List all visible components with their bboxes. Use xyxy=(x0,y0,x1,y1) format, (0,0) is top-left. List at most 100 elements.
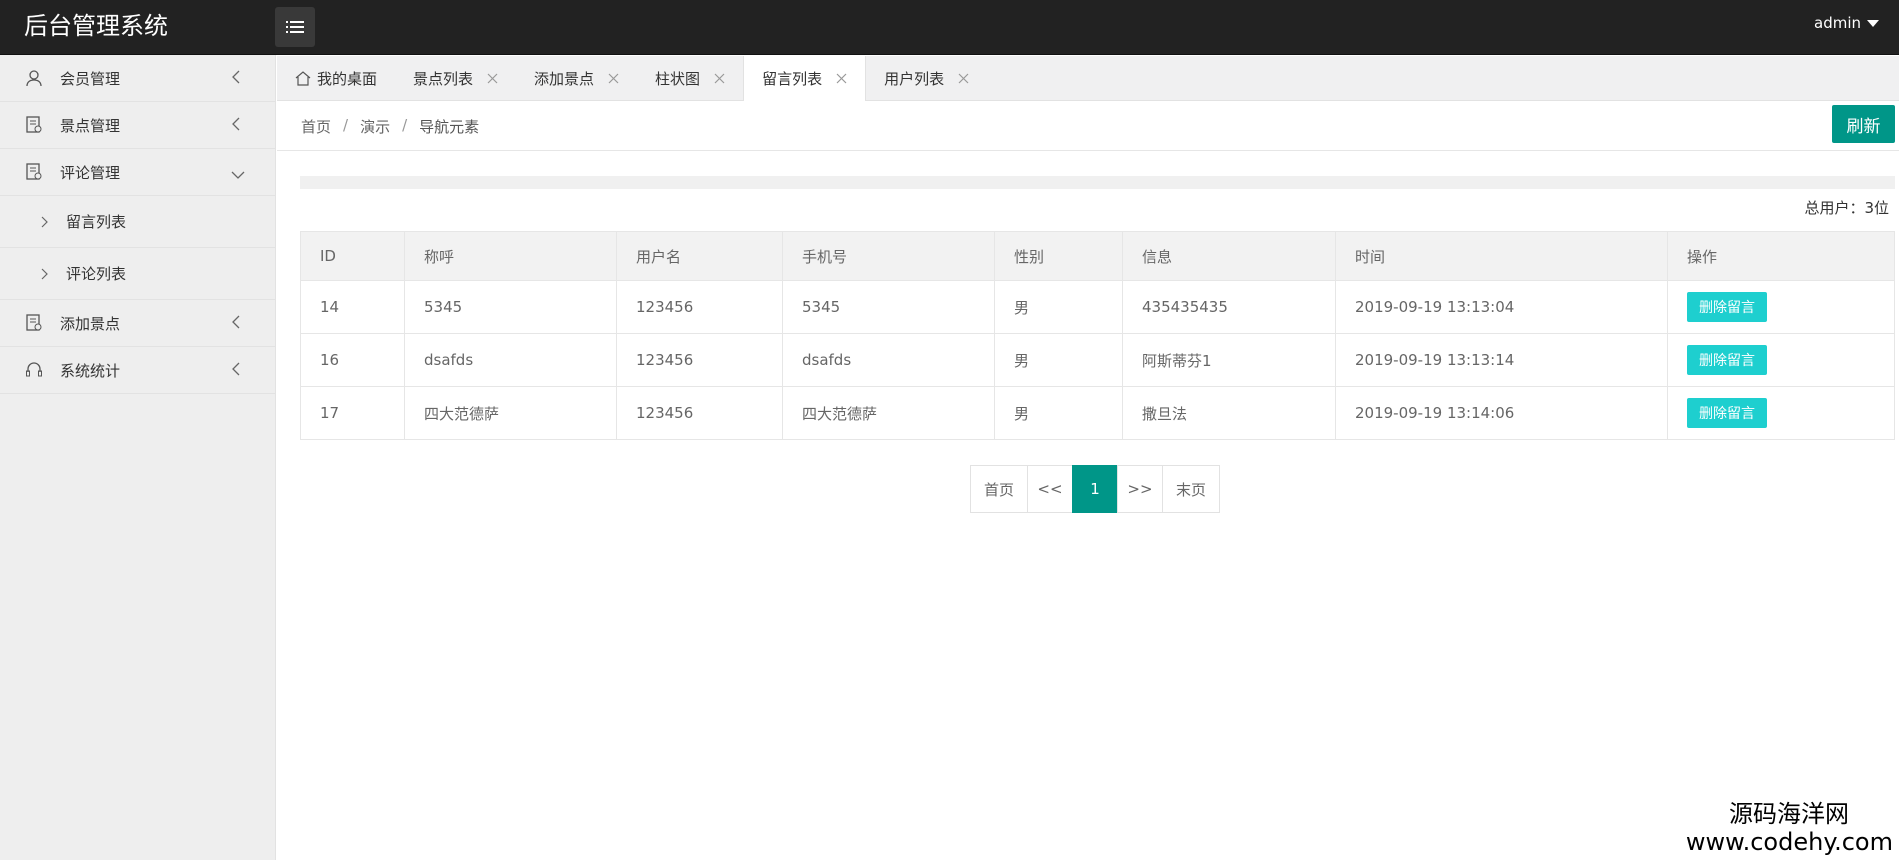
tab-label: 我的桌面 xyxy=(317,70,378,88)
sidebar-item-comments[interactable]: 评论管理 xyxy=(0,149,275,196)
pagination: 首页 << 1 >> 末页 xyxy=(970,465,1220,513)
cell-gender: 男 xyxy=(994,386,1123,440)
sidebar-item-label: 会员管理 xyxy=(60,69,121,88)
close-icon[interactable] xyxy=(714,73,725,84)
cell-id: 14 xyxy=(300,280,405,334)
tab-label: 用户列表 xyxy=(884,70,945,88)
menu-toggle-button[interactable] xyxy=(275,7,315,47)
sidebar-item-statistics[interactable]: 系统统计 xyxy=(0,347,275,394)
cell-phone: 四大范德萨 xyxy=(782,386,995,440)
chevron-right-icon xyxy=(40,268,48,280)
sidebar-subitem-messages[interactable]: 留言列表 xyxy=(0,196,275,248)
sidebar-item-label: 添加景点 xyxy=(60,314,121,333)
sidebar-item-label: 评论管理 xyxy=(60,163,121,182)
tab-messages[interactable]: 留言列表 xyxy=(743,56,867,101)
sidebar-item-members[interactable]: 会员管理 xyxy=(0,55,275,102)
sidebar-item-add-scenic[interactable]: 添加景点 xyxy=(0,300,275,347)
tab-add-scenic[interactable]: 添加景点 xyxy=(516,56,637,101)
chevron-left-icon xyxy=(231,117,241,135)
username: admin xyxy=(1814,14,1861,32)
table-row: 14 5345 123456 5345 男 435435435 2019-09-… xyxy=(300,280,1895,334)
page-current[interactable]: 1 xyxy=(1072,465,1118,513)
user-menu[interactable]: admin xyxy=(1814,14,1879,32)
cell-message: 阿斯蒂芬1 xyxy=(1122,333,1336,387)
delete-message-button[interactable]: 删除留言 xyxy=(1687,398,1767,428)
close-icon[interactable] xyxy=(958,73,969,84)
table-row: 16 dsafds 123456 dsafds 男 阿斯蒂芬1 2019-09-… xyxy=(300,333,1895,387)
cell-phone: dsafds xyxy=(782,333,995,387)
app-title: 后台管理系统 xyxy=(24,12,168,40)
headset-icon xyxy=(24,360,44,380)
document-icon xyxy=(24,313,44,333)
top-header: 后台管理系统 admin xyxy=(0,0,1899,55)
sidebar: 会员管理 景点管理 评论管理 留言列表 评论列表 添加景点 系统统计 xyxy=(0,55,276,860)
column-header: 性别 xyxy=(994,231,1123,281)
breadcrumb-separator: / xyxy=(402,116,408,134)
chevron-left-icon xyxy=(231,70,241,88)
column-header: 称呼 xyxy=(404,231,617,281)
sidebar-subitem-label: 留言列表 xyxy=(66,213,127,231)
watermark-url: www.codehy.com xyxy=(1685,828,1893,856)
cell-username: 123456 xyxy=(616,333,783,387)
sidebar-subitem-comment-list[interactable]: 评论列表 xyxy=(0,248,275,300)
cell-time: 2019-09-19 13:13:04 xyxy=(1335,280,1668,334)
page-last-button[interactable]: 末页 xyxy=(1162,465,1220,513)
cell-name: 四大范德萨 xyxy=(404,386,617,440)
chevron-down-icon xyxy=(231,166,245,184)
cell-username: 123456 xyxy=(616,280,783,334)
table-row: 17 四大范德萨 123456 四大范德萨 男 撒旦法 2019-09-19 1… xyxy=(300,386,1895,440)
page-next-button[interactable]: >> xyxy=(1117,465,1163,513)
breadcrumb-home[interactable]: 首页 xyxy=(301,116,331,137)
page-prev-button[interactable]: << xyxy=(1027,465,1073,513)
watermark-name: 源码海洋网 xyxy=(1729,800,1849,828)
table-header-row: ID 称呼 用户名 手机号 性别 信息 时间 操作 xyxy=(300,231,1895,281)
tab-label: 景点列表 xyxy=(413,70,474,88)
cell-gender: 男 xyxy=(994,333,1123,387)
tab-label: 添加景点 xyxy=(534,70,595,88)
caret-down-icon xyxy=(1867,19,1879,27)
messages-table: ID 称呼 用户名 手机号 性别 信息 时间 操作 14 5345 123456… xyxy=(300,231,1895,440)
delete-message-button[interactable]: 删除留言 xyxy=(1687,292,1767,322)
cell-name: dsafds xyxy=(404,333,617,387)
refresh-button[interactable]: 刷新 xyxy=(1832,105,1895,143)
column-header: 信息 xyxy=(1122,231,1336,281)
close-icon[interactable] xyxy=(608,73,619,84)
home-icon xyxy=(295,71,311,86)
cell-message: 撒旦法 xyxy=(1122,386,1336,440)
tab-bar-chart[interactable]: 柱状图 xyxy=(637,56,743,101)
cell-phone: 5345 xyxy=(782,280,995,334)
sidebar-subitem-label: 评论列表 xyxy=(66,265,127,283)
tab-label: 柱状图 xyxy=(655,70,701,88)
cell-action: 删除留言 xyxy=(1667,333,1895,387)
breadcrumb-demo[interactable]: 演示 xyxy=(360,116,390,137)
list-icon xyxy=(286,21,304,33)
cell-message: 435435435 xyxy=(1122,280,1336,334)
delete-message-button[interactable]: 删除留言 xyxy=(1687,345,1767,375)
cell-name: 5345 xyxy=(404,280,617,334)
sidebar-item-scenic[interactable]: 景点管理 xyxy=(0,102,275,149)
close-icon[interactable] xyxy=(487,73,498,84)
chevron-left-icon xyxy=(231,315,241,333)
breadcrumb: 首页 / 演示 / 导航元素 xyxy=(301,116,479,137)
cell-time: 2019-09-19 13:13:14 xyxy=(1335,333,1668,387)
total-users: 总用户：3位 xyxy=(1804,199,1889,217)
document-icon xyxy=(24,162,44,182)
tab-user-list[interactable]: 用户列表 xyxy=(866,56,987,101)
chevron-left-icon xyxy=(231,362,241,380)
tab-desktop[interactable]: 我的桌面 xyxy=(277,56,395,101)
column-header: 手机号 xyxy=(782,231,995,281)
page-first-button[interactable]: 首页 xyxy=(970,465,1028,513)
column-header: 操作 xyxy=(1667,231,1895,281)
column-header: ID xyxy=(300,231,405,281)
cell-action: 删除留言 xyxy=(1667,386,1895,440)
sidebar-item-label: 系统统计 xyxy=(60,361,121,380)
tab-label: 留言列表 xyxy=(762,70,823,88)
tab-scenic-list[interactable]: 景点列表 xyxy=(395,56,516,101)
cell-time: 2019-09-19 13:14:06 xyxy=(1335,386,1668,440)
watermark: 源码海洋网 www.codehy.com xyxy=(1686,800,1893,856)
close-icon[interactable] xyxy=(836,73,847,84)
sidebar-item-label: 景点管理 xyxy=(60,116,121,135)
column-header: 用户名 xyxy=(616,231,783,281)
breadcrumb-separator: / xyxy=(343,116,349,134)
column-header: 时间 xyxy=(1335,231,1668,281)
